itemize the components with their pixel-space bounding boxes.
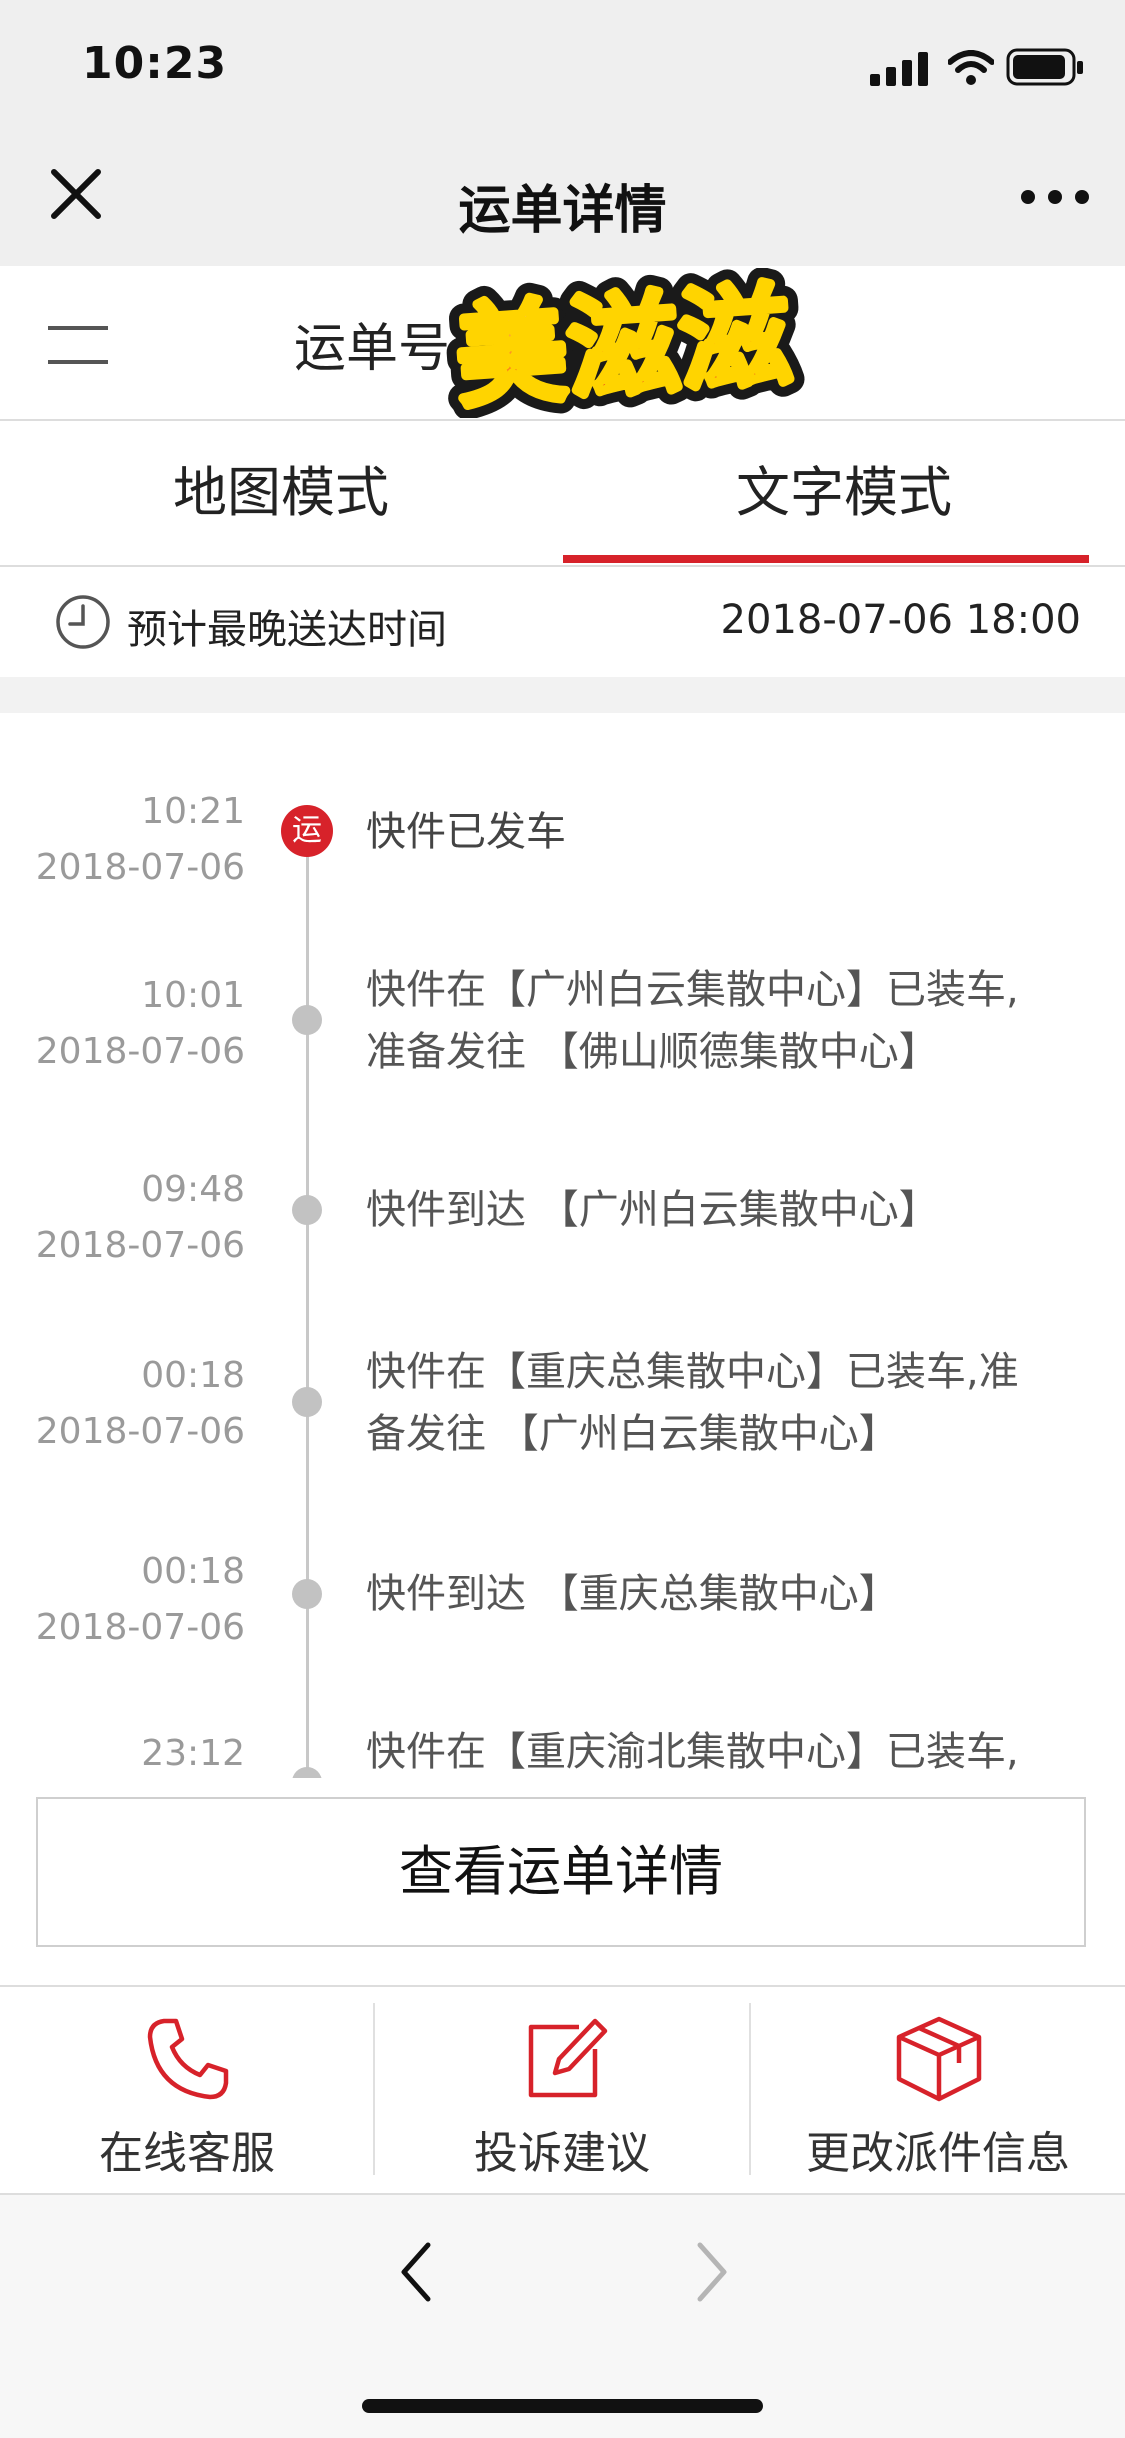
status-time: 10:23 [82, 38, 228, 89]
svg-text:美滋滋: 美滋滋 [451, 271, 795, 418]
page-title: 运单详情 [458, 181, 667, 241]
event-text: 快件在【重庆渝北集散中心】已装车, [366, 1729, 1019, 1775]
more-icon[interactable] [1010, 162, 1100, 232]
phone-icon [147, 2018, 229, 2100]
event-text: 备发往 【广州白云集散中心】 [366, 1411, 899, 1457]
action-label: 投诉建议 [474, 2128, 650, 2179]
event-text: 快件到达 【重庆总集散中心】 [366, 1571, 899, 1617]
sticker-logo: 美滋滋 美滋滋 [445, 268, 808, 418]
tracking-timeline[interactable]: 10:21 2018-07-06 运 快件已发车 10:01 2018-07-0… [0, 713, 1125, 1778]
event-time: 00:18 [141, 1551, 245, 1592]
event-dot [292, 1005, 322, 1035]
wifi-icon [948, 50, 994, 85]
tab-map-mode[interactable]: 地图模式 [0, 421, 562, 565]
event-time: 09:48 [141, 1169, 245, 1210]
event-text: 快件已发车 [366, 809, 566, 855]
section-divider [0, 677, 1125, 713]
action-label: 在线客服 [99, 2128, 275, 2179]
event-dot [292, 1767, 322, 1778]
eta-label: 预计最晚送达时间 [127, 607, 447, 653]
online-service-button[interactable]: 在线客服 [0, 1987, 374, 2191]
event-text: 快件在【广州白云集散中心】已装车, [366, 967, 1019, 1013]
mode-tabs: 地图模式 文字模式 [0, 421, 1125, 567]
event-time: 10:21 [141, 791, 245, 832]
signal-icon [870, 52, 928, 86]
waybill-row: 运单号 美滋滋 美滋滋 [0, 266, 1125, 421]
event-date: 2018-07-06 [35, 1031, 245, 1072]
action-bar: 在线客服 投诉建议 更改派件信息 [0, 1987, 1125, 2191]
status-bar: 10:23 [0, 0, 1125, 132]
event-text: 准备发往 【佛山顺德集散中心】 [366, 1029, 939, 1075]
change-delivery-button[interactable]: 更改派件信息 [751, 1987, 1125, 2191]
nav-bar: 运单详情 [0, 132, 1125, 267]
edit-icon [528, 2018, 608, 2098]
forward-arrow-icon[interactable] [686, 2237, 738, 2307]
back-arrow-icon[interactable] [390, 2237, 442, 2307]
tab-text-mode[interactable]: 文字模式 [563, 421, 1125, 565]
event-badge: 运 [281, 805, 333, 857]
active-tab-indicator [563, 555, 1089, 563]
battery-icon [1006, 48, 1083, 86]
eta-row: 预计最晚送达时间 2018-07-06 18:00 [0, 567, 1125, 677]
clock-icon [56, 595, 110, 649]
event-time: 23:12 [141, 1733, 245, 1774]
browser-toolbar [0, 2193, 1125, 2438]
home-indicator[interactable] [362, 2399, 763, 2413]
event-date: 2018-07-06 [35, 847, 245, 888]
timeline-line [306, 843, 309, 1778]
menu-icon[interactable] [48, 320, 112, 370]
view-waybill-details-button[interactable]: 查看运单详情 [36, 1797, 1086, 1947]
event-text: 快件在【重庆总集散中心】已装车,准 [366, 1349, 1019, 1395]
event-text: 快件到达 【广州白云集散中心】 [366, 1187, 939, 1233]
event-dot [292, 1195, 322, 1225]
event-date: 2018-07-06 [35, 1411, 245, 1452]
eta-value: 2018-07-06 18:00 [720, 597, 1081, 643]
event-time: 00:18 [141, 1355, 245, 1396]
event-time: 10:01 [141, 975, 245, 1016]
box-icon [896, 2016, 982, 2102]
action-label: 更改派件信息 [806, 2128, 1070, 2179]
waybill-label: 运单号 [294, 319, 451, 379]
complaint-button[interactable]: 投诉建议 [375, 1987, 749, 2191]
event-date: 2018-07-06 [35, 1607, 245, 1648]
event-date: 2018-07-06 [35, 1225, 245, 1266]
event-dot [292, 1579, 322, 1609]
event-dot [292, 1387, 322, 1417]
